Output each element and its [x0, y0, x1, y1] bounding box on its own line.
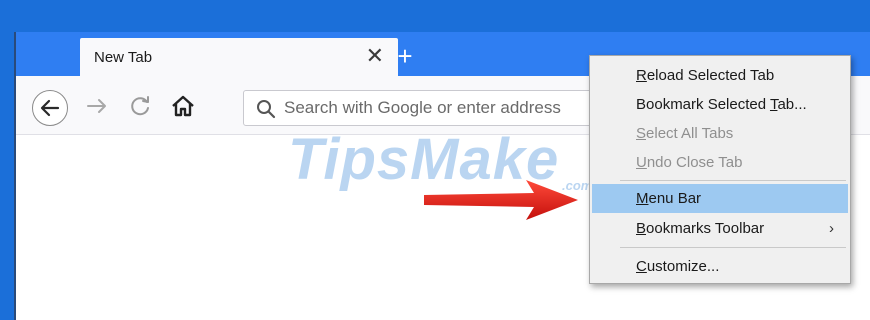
- menu-item-bookmark-selected-tab[interactable]: Bookmark Selected Tab...: [592, 90, 848, 119]
- menu-accesskey: M: [636, 190, 649, 207]
- home-button[interactable]: [170, 93, 196, 119]
- menu-item-label: ndo Close Tab: [646, 154, 743, 171]
- menu-item-label: Bookmark Selected: [636, 96, 770, 113]
- address-input[interactable]: [284, 91, 614, 125]
- menu-item-label: ookmarks Toolbar: [646, 220, 765, 237]
- menu-accesskey: C: [636, 258, 647, 275]
- menu-accesskey: U: [636, 154, 647, 171]
- home-icon: [172, 95, 194, 117]
- forward-button[interactable]: [84, 93, 110, 119]
- menu-item-menu-bar[interactable]: Menu Bar: [592, 184, 848, 213]
- back-button[interactable]: [32, 90, 68, 126]
- arrow-right-icon: [87, 99, 106, 113]
- menu-item-reload-selected-tab[interactable]: Reload Selected Tab: [592, 61, 848, 90]
- tab-close-icon[interactable]: ✕: [366, 43, 384, 69]
- menu-item-bookmarks-toolbar[interactable]: Bookmarks Toolbar ›: [592, 214, 848, 243]
- menu-item-label: eload Selected Tab: [646, 67, 775, 84]
- red-arrow-icon: [424, 180, 578, 220]
- menu-item-select-all-tabs: Select All Tabs: [592, 119, 848, 148]
- tab-new-tab[interactable]: New Tab ✕: [80, 38, 398, 76]
- menu-item-label: elect All Tabs: [646, 125, 734, 142]
- menu-accesskey: B: [636, 220, 647, 237]
- desktop-background-left: [0, 0, 14, 320]
- chevron-right-icon: ›: [829, 220, 834, 237]
- menu-item-label: enu Bar: [648, 190, 702, 207]
- menu-accesskey: S: [636, 125, 647, 142]
- menu-accesskey: R: [636, 67, 647, 84]
- menu-item-label: ustomize...: [646, 258, 720, 275]
- reload-button[interactable]: [128, 93, 154, 119]
- tab-title: New Tab: [94, 49, 153, 66]
- menu-separator: [620, 247, 846, 248]
- new-tab-button[interactable]: +: [391, 36, 419, 76]
- arrow-left-icon: [40, 99, 60, 117]
- desktop-background-top: [0, 0, 870, 32]
- menu-item-label-end: ab...: [777, 96, 807, 113]
- reload-icon: [131, 96, 149, 116]
- menu-item-customize[interactable]: Customize...: [592, 252, 848, 281]
- address-bar[interactable]: [243, 90, 623, 126]
- tab-context-menu: Reload Selected Tab Bookmark Selected Ta…: [589, 55, 851, 284]
- menu-item-undo-close-tab: Undo Close Tab: [592, 148, 848, 177]
- menu-separator: [620, 180, 846, 181]
- search-icon: [257, 100, 276, 119]
